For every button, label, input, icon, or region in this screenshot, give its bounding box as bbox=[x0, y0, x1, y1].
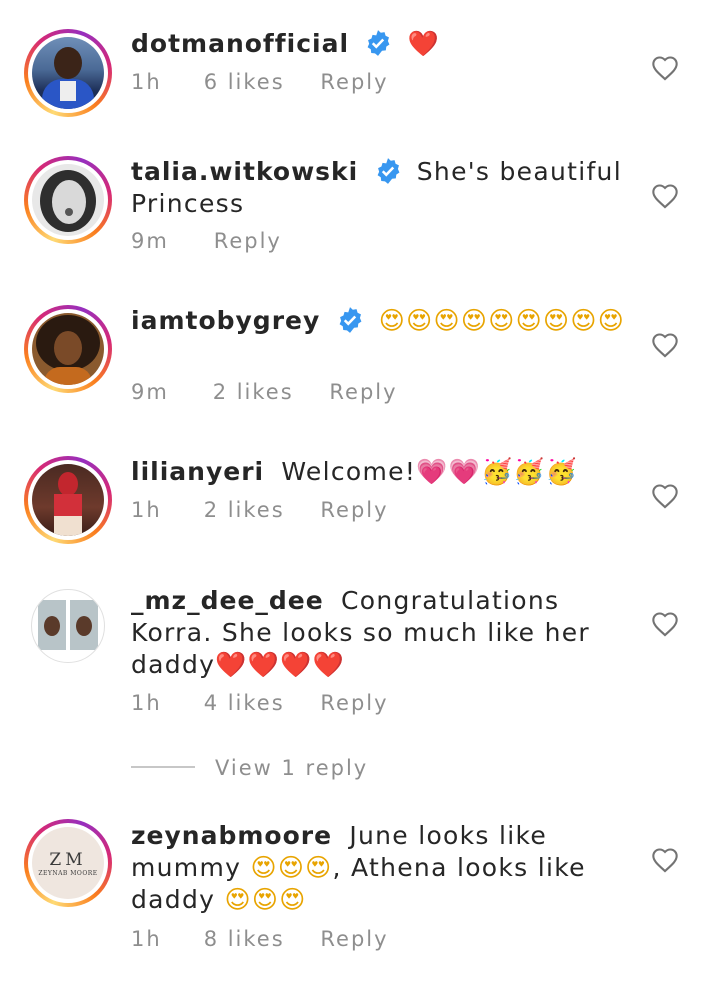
reply-button[interactable]: Reply bbox=[320, 498, 388, 522]
comment-time: 1h bbox=[131, 498, 162, 522]
comment-username[interactable]: _mz_dee_dee bbox=[131, 586, 324, 615]
reply-button[interactable]: Reply bbox=[320, 70, 388, 94]
reply-button[interactable]: Reply bbox=[320, 927, 388, 951]
comment-emoji: 😍😍😍😍😍😍😍😍😍 bbox=[378, 306, 626, 335]
avatar bbox=[32, 164, 104, 236]
avatar: ZM ZEYNAB MOORE bbox=[32, 827, 104, 899]
avatar-story-ring[interactable] bbox=[24, 156, 112, 244]
reply-button[interactable]: Reply bbox=[214, 229, 282, 253]
heart-outline-icon[interactable] bbox=[651, 55, 679, 81]
avatar bbox=[32, 313, 104, 385]
comment-time: 9m bbox=[131, 380, 169, 404]
avatar bbox=[32, 464, 104, 536]
reply-button[interactable]: Reply bbox=[320, 691, 388, 715]
comment-likes[interactable]: 6 likes bbox=[204, 70, 312, 94]
comment-meta: 1h 8 likes Reply bbox=[131, 927, 389, 951]
comment-body: lilianyeri Welcome!💗💗🥳🥳🥳 bbox=[131, 456, 631, 488]
comment-emoji: 😍😍😍 bbox=[224, 885, 307, 914]
verified-badge-icon bbox=[377, 158, 399, 184]
reply-button[interactable]: Reply bbox=[329, 380, 397, 404]
avatar-story-ring[interactable] bbox=[24, 456, 112, 544]
divider bbox=[131, 766, 195, 768]
avatar-logo: ZM bbox=[49, 849, 87, 870]
comment-time: 1h bbox=[131, 70, 162, 94]
comment-emoji: 😍😍😍 bbox=[250, 853, 333, 882]
comment-body: dotmanofficial ❤️ bbox=[131, 28, 631, 60]
avatar bbox=[32, 37, 104, 109]
view-replies-button[interactable]: View 1 reply bbox=[131, 756, 368, 780]
comment-likes[interactable]: 2 likes bbox=[204, 498, 312, 522]
verified-badge-icon bbox=[367, 30, 390, 56]
avatar-ring[interactable] bbox=[24, 582, 112, 670]
heart-outline-icon[interactable] bbox=[651, 611, 679, 637]
comment-time: 1h bbox=[131, 691, 162, 715]
comment-username[interactable]: talia.witkowski bbox=[131, 157, 358, 186]
avatar-logo-sub: ZEYNAB MOORE bbox=[38, 869, 98, 877]
verified-badge-icon bbox=[339, 307, 361, 333]
comment-body: zeynabmoore June looks like mummy 😍😍😍, A… bbox=[131, 820, 631, 916]
comment-text: Welcome! bbox=[281, 457, 417, 486]
avatar bbox=[31, 589, 105, 663]
comment-meta: 1h 4 likes Reply bbox=[131, 691, 389, 715]
comment-body: _mz_dee_dee Congratulations Korra. She l… bbox=[131, 585, 631, 681]
avatar-story-ring[interactable] bbox=[24, 305, 112, 393]
comment-emoji: ❤️ bbox=[407, 29, 441, 58]
comment-meta: 9m 2 likes Reply bbox=[131, 380, 398, 404]
comment-body: talia.witkowski She's beautiful Princess bbox=[131, 156, 631, 220]
comment-username[interactable]: lilianyeri bbox=[131, 457, 264, 486]
comment-body: iamtobygrey 😍😍😍😍😍😍😍😍😍 bbox=[131, 305, 631, 337]
heart-outline-icon[interactable] bbox=[651, 483, 679, 509]
comment-time: 1h bbox=[131, 927, 162, 951]
comment-time: 9m bbox=[131, 229, 169, 253]
comment-meta: 1h 6 likes Reply bbox=[131, 70, 389, 94]
comment-meta: 1h 2 likes Reply bbox=[131, 498, 389, 522]
comment-username[interactable]: dotmanofficial bbox=[131, 29, 349, 58]
heart-outline-icon[interactable] bbox=[651, 847, 679, 873]
comment-likes[interactable]: 2 likes bbox=[213, 380, 321, 404]
comment-username[interactable]: iamtobygrey bbox=[131, 306, 320, 335]
comment-emoji: ❤️❤️❤️❤️ bbox=[215, 650, 345, 679]
heart-outline-icon[interactable] bbox=[651, 332, 679, 358]
comment-meta: 9m Reply bbox=[131, 229, 282, 253]
heart-outline-icon[interactable] bbox=[651, 183, 679, 209]
avatar-story-ring[interactable]: ZM ZEYNAB MOORE bbox=[24, 819, 112, 907]
comment-username[interactable]: zeynabmoore bbox=[131, 821, 332, 850]
comment-likes[interactable]: 8 likes bbox=[204, 927, 312, 951]
comment-likes[interactable]: 4 likes bbox=[204, 691, 312, 715]
avatar-story-ring[interactable] bbox=[24, 29, 112, 117]
view-replies-label[interactable]: View 1 reply bbox=[215, 756, 368, 780]
comment-emoji: 💗💗🥳🥳🥳 bbox=[416, 457, 579, 486]
